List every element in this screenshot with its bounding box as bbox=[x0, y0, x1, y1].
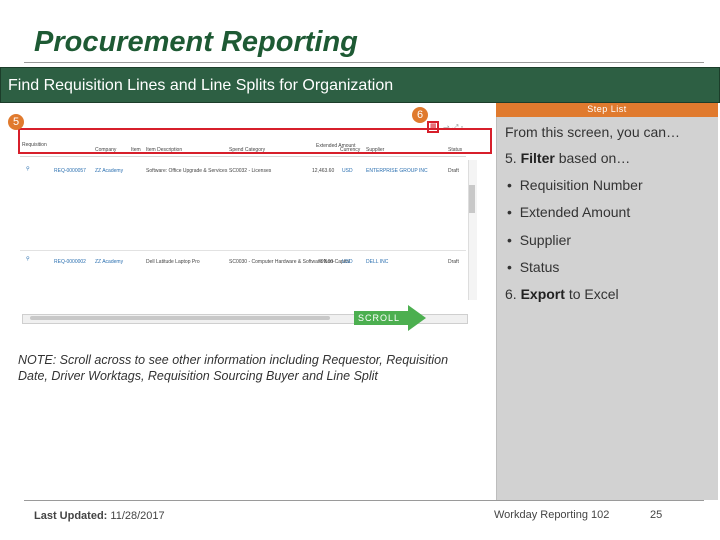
footer-updated-date: 11/28/2017 bbox=[110, 510, 165, 522]
bullet-label: Supplier bbox=[519, 232, 572, 248]
banner: Find Requisition Lines and Line Splits f… bbox=[0, 67, 720, 103]
row1-company[interactable]: ZZ Academy bbox=[95, 168, 123, 174]
footer-updated-label: Last Updated: bbox=[34, 510, 108, 522]
step-marker-5: 5 bbox=[8, 114, 24, 130]
bullet-label: Status bbox=[519, 259, 560, 275]
search-icon[interactable]: ⚲ bbox=[26, 256, 30, 262]
step-5-keyword: Filter bbox=[520, 150, 555, 166]
row2-extended-amount: 799.00 bbox=[318, 259, 334, 265]
row1-spend-category: SC0032 - Licenses bbox=[229, 168, 272, 174]
row2-status: Draft bbox=[448, 259, 459, 265]
step-6-text: 6. Export to Excel bbox=[505, 286, 619, 302]
step-6-number: 6. bbox=[505, 286, 517, 302]
bullet-extended-amount: • Extended Amount bbox=[507, 204, 631, 220]
row-divider bbox=[20, 250, 466, 251]
step-marker-6: 6 bbox=[412, 107, 428, 123]
row1-status: Draft bbox=[448, 168, 459, 174]
horizontal-scroll-thumb[interactable] bbox=[30, 316, 330, 320]
row2-item-description: Dell Latitude Laptop Pro bbox=[146, 259, 200, 265]
search-icon[interactable]: ⚲ bbox=[26, 166, 30, 172]
bullet-status: • Status bbox=[507, 259, 560, 275]
filter-highlight-box bbox=[18, 128, 492, 154]
step-5-number: 5. bbox=[505, 150, 517, 166]
slide-title: Procurement Reporting bbox=[34, 26, 358, 58]
row1-item-description: Software: Office Upgrade & Services bbox=[146, 168, 228, 174]
vertical-scroll-thumb[interactable] bbox=[469, 185, 475, 213]
row1-extended-amount: 12,463.60 bbox=[312, 168, 335, 174]
row2-company[interactable]: ZZ Academy bbox=[95, 259, 123, 265]
step-list-label: Step List bbox=[587, 104, 627, 114]
footer-last-updated: Last Updated: 11/28/2017 bbox=[34, 510, 165, 522]
step-list-header: Step List bbox=[496, 103, 718, 117]
bullet-supplier: • Supplier bbox=[507, 232, 572, 248]
step-list-panel: From this screen, you can… 5. Filter bas… bbox=[496, 117, 718, 500]
bullet-label: Requisition Number bbox=[519, 177, 643, 193]
title-divider bbox=[24, 62, 704, 63]
row2-currency[interactable]: USD bbox=[342, 259, 353, 265]
vertical-scrollbar[interactable] bbox=[468, 160, 477, 300]
footer-page-number: 25 bbox=[650, 509, 663, 521]
bullet-requisition-number: • Requisition Number bbox=[507, 177, 643, 193]
row1-currency[interactable]: USD bbox=[342, 168, 353, 174]
step-intro: From this screen, you can… bbox=[505, 124, 681, 140]
export-icon[interactable]: ▦ bbox=[430, 122, 437, 130]
step-6-keyword: Export bbox=[520, 286, 565, 302]
step-5-rest: based on… bbox=[558, 150, 631, 166]
banner-text: Find Requisition Lines and Line Splits f… bbox=[8, 77, 394, 94]
scroll-note: NOTE: Scroll across to see other informa… bbox=[18, 353, 449, 383]
step-5-text: 5. Filter based on… bbox=[505, 150, 630, 166]
footer-divider bbox=[24, 500, 704, 501]
row1-requisition[interactable]: REQ-0000057 bbox=[54, 168, 86, 174]
footer-course: Workday Reporting 102 bbox=[494, 509, 610, 521]
row2-requisition[interactable]: REQ-0000002 bbox=[54, 259, 86, 265]
bullet-label: Extended Amount bbox=[519, 204, 631, 220]
row2-supplier[interactable]: DELL INC bbox=[366, 259, 388, 265]
row1-supplier[interactable]: ENTERPRISE GROUP INC bbox=[366, 168, 428, 174]
header-divider bbox=[20, 156, 466, 157]
step-6-rest: to Excel bbox=[568, 286, 619, 302]
scroll-label: SCROLL bbox=[358, 313, 401, 323]
